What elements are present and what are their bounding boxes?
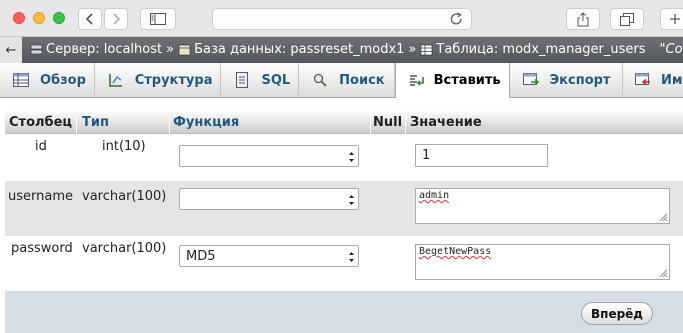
structure-icon <box>107 72 124 88</box>
breadcrumb-table[interactable]: Таблица: modx_manager_users <box>436 42 645 57</box>
function-select-value: MD5 <box>186 249 216 264</box>
tab-bar: Обзор Структура SQL Поиск Вставить Экспо… <box>0 63 683 98</box>
select-arrows-icon <box>349 152 354 162</box>
back-button[interactable] <box>78 8 102 30</box>
header-function[interactable]: Функция <box>173 115 239 130</box>
plus-icon <box>670 14 680 24</box>
share-button[interactable] <box>566 8 600 30</box>
tab-search[interactable]: Поиск <box>299 63 395 97</box>
column-type: int(10) <box>102 139 146 154</box>
tab-insert[interactable]: Вставить <box>394 63 510 98</box>
breadcrumb-database[interactable]: База данных: passreset_modx1 <box>194 42 404 57</box>
tab-structure[interactable]: Структура <box>95 63 222 97</box>
column-type: varchar(100) <box>82 241 167 256</box>
breadcrumb: ← Сервер: localhost » База данных: passr… <box>0 37 683 63</box>
function-select[interactable] <box>179 145 359 167</box>
header-column: Столбец <box>9 115 73 130</box>
server-icon <box>30 44 43 54</box>
resize-grip-icon[interactable] <box>658 212 668 222</box>
tabs-overview-button[interactable] <box>610 8 644 30</box>
table-icon <box>421 44 433 55</box>
chevron-left-icon <box>86 13 93 25</box>
minimize-window-button[interactable] <box>33 12 45 24</box>
breadcrumb-separator: » <box>408 42 417 57</box>
function-select[interactable] <box>179 188 359 210</box>
sql-icon <box>233 72 251 88</box>
sidebar-icon <box>150 13 166 25</box>
go-button[interactable]: Вперёд <box>581 302 653 325</box>
database-icon <box>178 44 191 55</box>
forward-button[interactable] <box>104 8 128 30</box>
value-input-id[interactable]: 1 <box>415 144 548 167</box>
breadcrumb-server[interactable]: Сервер: localhost <box>46 42 162 57</box>
tab-label: Структура <box>134 72 213 88</box>
arrow-left-icon: ← <box>5 42 17 58</box>
table-row: id int(10) 1 <box>5 134 683 181</box>
browse-icon <box>12 72 30 88</box>
resize-grip-icon[interactable] <box>658 268 668 278</box>
select-arrows-icon <box>349 195 354 205</box>
tab-label: Вставить <box>433 73 501 88</box>
chevron-right-icon <box>113 13 120 25</box>
value-textarea-password[interactable]: BegetNewPass <box>415 244 670 280</box>
value-textarea-username[interactable]: admin <box>415 188 670 224</box>
value-textarea-text: BegetNewPass <box>419 246 492 257</box>
breadcrumb-separator: » <box>166 42 175 57</box>
table-row: password varchar(100) MD5 BegetNewPass <box>5 236 683 291</box>
tab-import[interactable]: Им <box>623 63 683 97</box>
column-type: varchar(100) <box>82 189 167 204</box>
tab-browse[interactable]: Обзор <box>0 63 96 97</box>
tab-label: Обзор <box>40 72 86 88</box>
close-window-button[interactable] <box>13 12 25 24</box>
new-tab-button[interactable] <box>660 8 683 30</box>
reload-icon[interactable] <box>450 12 463 26</box>
select-arrows-icon <box>349 252 354 262</box>
column-name: username <box>8 189 73 204</box>
column-name: password <box>11 241 73 256</box>
export-icon <box>522 72 540 88</box>
table-header: Столбец Тип Функция Null Значение <box>5 110 683 134</box>
address-bar[interactable] <box>212 8 472 30</box>
header-type[interactable]: Тип <box>82 115 109 130</box>
tab-sql[interactable]: SQL <box>221 63 300 97</box>
tab-label: Экспорт <box>549 72 611 88</box>
table-row: username varchar(100) admin <box>5 181 683 236</box>
header-null: Null <box>373 115 403 130</box>
browser-toolbar <box>0 0 683 37</box>
tab-label: Им <box>660 72 683 88</box>
share-icon <box>577 11 589 26</box>
sidebar-button[interactable] <box>140 8 176 30</box>
import-icon <box>634 72 651 88</box>
value-textarea-text: admin <box>419 190 450 201</box>
tab-label: SQL <box>261 72 291 88</box>
breadcrumb-table-comment: "Co <box>659 42 683 57</box>
search-icon <box>311 72 329 88</box>
tab-label: Поиск <box>339 72 385 88</box>
zoom-window-button[interactable] <box>53 12 65 24</box>
value-input-text: 1 <box>422 148 431 163</box>
collapse-nav-button[interactable]: ← <box>0 37 22 63</box>
header-value: Значение <box>410 115 482 130</box>
function-select[interactable]: MD5 <box>179 245 359 267</box>
insert-icon <box>408 73 424 89</box>
column-name: id <box>35 139 47 154</box>
tab-export[interactable]: Экспорт <box>510 63 623 97</box>
tabs-icon <box>620 12 634 26</box>
